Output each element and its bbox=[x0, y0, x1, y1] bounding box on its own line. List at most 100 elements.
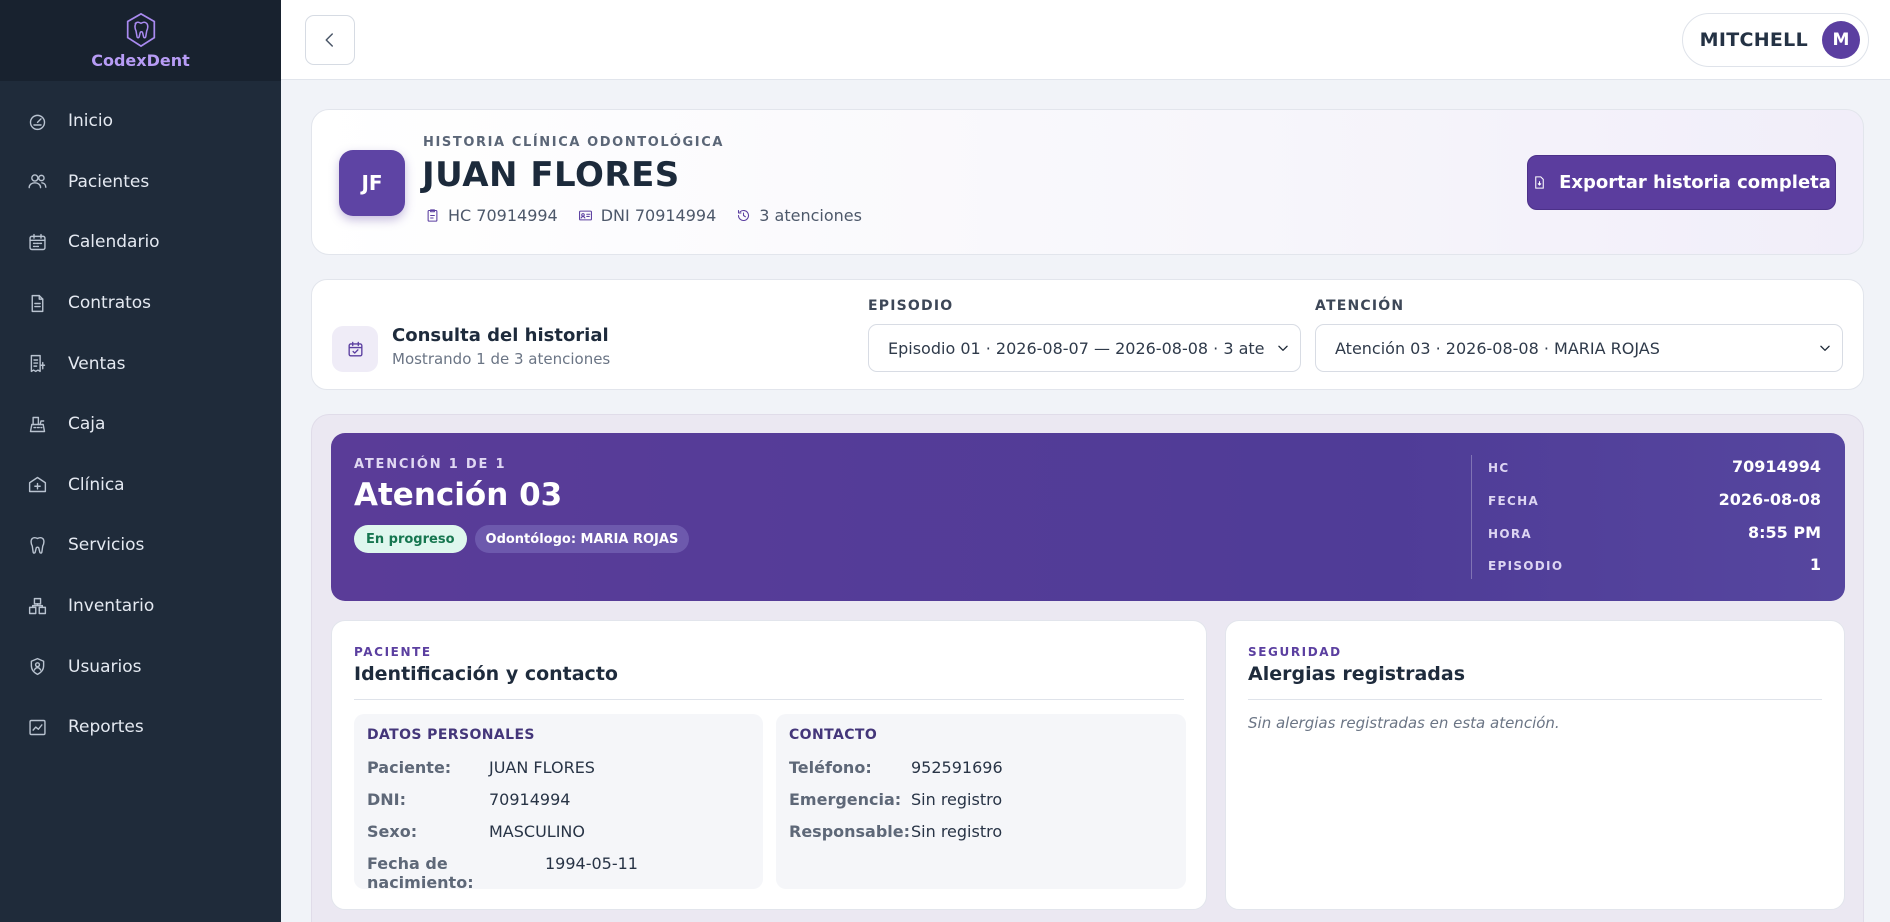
sidebar-item-inventario[interactable]: Inventario bbox=[0, 576, 281, 637]
personal-row-key: Paciente: bbox=[367, 758, 452, 777]
users-icon bbox=[28, 174, 47, 189]
tooth-icon bbox=[30, 536, 45, 554]
contact-row-value: Sin registro bbox=[911, 790, 1003, 809]
contact-row-value: Sin registro bbox=[911, 822, 1003, 841]
attention-hora-value: 8:55 PM bbox=[1747, 523, 1821, 542]
attention-episodio-label: EPISODIO bbox=[1488, 559, 1564, 573]
sidebar-item-label: Reportes bbox=[68, 717, 144, 738]
allergies-panel: SEGURIDAD Alergias registradas Sin alerg… bbox=[1225, 620, 1845, 910]
chevron-down-icon bbox=[1820, 345, 1830, 351]
boxes-icon bbox=[28, 597, 47, 614]
user-menu[interactable]: MITCHELL M bbox=[1681, 13, 1869, 67]
attention-fecha-value: 2026-08-08 bbox=[1718, 490, 1821, 509]
sidebar-item-servicios[interactable]: Servicios bbox=[0, 515, 281, 576]
attention-detail-section: ATENCIÓN 1 DE 1 Atención 03 En progreso … bbox=[311, 414, 1864, 922]
patient-eyebrow: HISTORIA CLÍNICA ODONTOLÓGICA bbox=[423, 135, 725, 150]
episode-select-value: Episodio 01 · 2026-08-07 — 2026-08-08 · … bbox=[888, 338, 1265, 358]
sidebar-item-usuarios[interactable]: Usuarios bbox=[0, 636, 281, 697]
export-history-label: Exportar historia completa bbox=[1559, 172, 1831, 193]
attention-episodio: EPISODIO 1 bbox=[1488, 555, 1821, 574]
sidebar-item-clinica[interactable]: Clínica bbox=[0, 455, 281, 516]
personal-data-box: DATOS PERSONALES Paciente: JUAN FLORES D… bbox=[354, 714, 763, 892]
patient-panel-eyebrow: PACIENTE bbox=[354, 645, 432, 659]
sidebar-item-calendario[interactable]: Calendario bbox=[0, 212, 281, 273]
dentist-badge: Odontólogo: MARIA ROJAS bbox=[474, 525, 690, 553]
clipboard-icon bbox=[427, 209, 438, 222]
attention-badges: En progreso Odontólogo: MARIA ROJAS bbox=[354, 525, 690, 553]
document-icon bbox=[31, 294, 44, 312]
sidebar-item-ventas[interactable]: Ventas bbox=[0, 333, 281, 394]
personal-row-key: DNI: bbox=[367, 790, 407, 809]
topbar: MITCHELL M bbox=[281, 0, 1890, 80]
patient-hc-text: HC 70914994 bbox=[448, 206, 558, 225]
attention-banner: ATENCIÓN 1 DE 1 Atención 03 En progreso … bbox=[331, 433, 1845, 601]
page-title: JUAN FLORES bbox=[422, 155, 680, 195]
id-card-icon bbox=[578, 210, 592, 221]
sidebar-item-reportes[interactable]: Reportes bbox=[0, 697, 281, 758]
personal-row: Sexo: MASCULINO bbox=[367, 822, 585, 841]
filter-card-icon bbox=[332, 326, 378, 372]
patient-attentions: 3 atenciones bbox=[736, 206, 862, 225]
sidebar-item-label: Caja bbox=[68, 414, 106, 435]
sidebar-item-label: Calendario bbox=[68, 232, 160, 253]
attention-title: Atención 03 bbox=[354, 477, 563, 513]
history-icon bbox=[738, 209, 750, 222]
sidebar-item-caja[interactable]: Caja bbox=[0, 394, 281, 455]
personal-row: Fecha de nacimiento: 1994-05-11 bbox=[367, 854, 638, 892]
back-button[interactable] bbox=[305, 15, 355, 65]
attention-hc: HC 70914994 bbox=[1488, 457, 1821, 476]
contact-row-key: Teléfono: bbox=[789, 758, 872, 777]
tooth-icon bbox=[126, 12, 155, 48]
brand-name: CodexDent bbox=[91, 51, 190, 70]
allergies-panel-title: Alergias registradas bbox=[1248, 663, 1466, 685]
personal-row-value: JUAN FLORES bbox=[489, 758, 595, 777]
personal-row-key: Sexo: bbox=[367, 822, 418, 841]
patient-panel: PACIENTE Identificación y contacto DATOS… bbox=[331, 620, 1207, 910]
status-badge: En progreso bbox=[354, 525, 467, 553]
allergies-empty-note: Sin alergias registradas en esta atenció… bbox=[1248, 714, 1560, 732]
clinic-icon bbox=[28, 477, 47, 493]
calendar-check-icon bbox=[347, 341, 363, 357]
sidebar-item-label: Contratos bbox=[68, 293, 152, 314]
divider bbox=[354, 699, 1184, 700]
brand[interactable]: CodexDent bbox=[0, 0, 281, 81]
sidebar-item-label: Clínica bbox=[68, 474, 125, 495]
episode-select[interactable]: Episodio 01 · 2026-08-07 — 2026-08-08 · … bbox=[868, 324, 1301, 372]
contact-row-value: 952591696 bbox=[911, 758, 1003, 777]
contact-row-key: Emergencia: bbox=[789, 790, 902, 809]
allergies-panel-eyebrow: SEGURIDAD bbox=[1248, 645, 1342, 659]
sidebar-item-inicio[interactable]: Inicio bbox=[0, 91, 281, 152]
sidebar-item-contratos[interactable]: Contratos bbox=[0, 273, 281, 334]
sidebar-item-pacientes[interactable]: Pacientes bbox=[0, 152, 281, 213]
attention-select[interactable]: Atención 03 · 2026-08-08 · MARIA ROJAS bbox=[1315, 324, 1843, 372]
attention-fecha-label: FECHA bbox=[1488, 494, 1540, 508]
attention-episodio-value: 1 bbox=[1809, 555, 1821, 574]
patient-panel-title: Identificación y contacto bbox=[354, 663, 618, 685]
sidebar-item-label: Inicio bbox=[68, 111, 113, 132]
episode-label: EPISODIO bbox=[868, 298, 954, 314]
cash-register-icon bbox=[29, 416, 46, 432]
patient-dni-text: DNI 70914994 bbox=[600, 206, 717, 225]
patient-header-card: JF HISTORIA CLÍNICA ODONTOLÓGICA JUAN FL… bbox=[311, 109, 1864, 255]
attention-hc-label: HC bbox=[1488, 461, 1510, 475]
personal-row-key: Fecha de nacimiento: bbox=[367, 854, 474, 892]
export-history-button[interactable]: Exportar historia completa bbox=[1527, 155, 1836, 210]
personal-row: DNI: 70914994 bbox=[367, 790, 570, 809]
attention-eyebrow: ATENCIÓN 1 DE 1 bbox=[354, 457, 507, 472]
patient-hc: HC 70914994 bbox=[425, 206, 558, 225]
personal-row-value: 70914994 bbox=[489, 790, 571, 809]
patient-attentions-text: 3 atenciones bbox=[759, 206, 862, 225]
contact-row: Teléfono: 952591696 bbox=[789, 758, 1003, 777]
filter-subtitle: Mostrando 1 de 3 atenciones bbox=[392, 350, 611, 368]
gauge-icon bbox=[29, 114, 46, 130]
contact-title: CONTACTO bbox=[789, 727, 878, 743]
banner-divider bbox=[1471, 455, 1472, 579]
personal-row: Paciente: JUAN FLORES bbox=[367, 758, 595, 777]
attention-hora: HORA 8:55 PM bbox=[1488, 523, 1821, 542]
divider bbox=[1248, 699, 1822, 700]
contact-row-key: Responsable: bbox=[789, 822, 911, 841]
sidebar-item-label: Inventario bbox=[68, 596, 155, 617]
chevron-down-icon bbox=[1278, 345, 1288, 351]
history-filter-card: Consulta del historial Mostrando 1 de 3 … bbox=[311, 279, 1864, 390]
attention-select-value: Atención 03 · 2026-08-08 · MARIA ROJAS bbox=[1335, 338, 1660, 358]
